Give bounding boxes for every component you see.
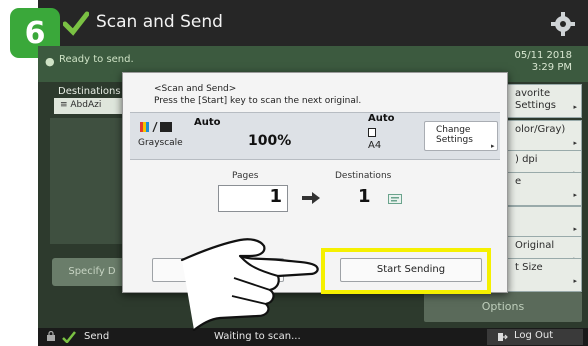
arrow-right-icon: ▸ bbox=[573, 139, 577, 147]
destinations-count-label: Destinations bbox=[335, 171, 392, 181]
change-settings-label: Change Settings bbox=[436, 125, 473, 145]
log-out-icon bbox=[498, 333, 508, 341]
destination-item-label: ≡ AbdAzi bbox=[60, 100, 102, 110]
color-auto-label: Auto bbox=[194, 117, 221, 128]
address-book-icon bbox=[388, 194, 402, 204]
waiting-status: Waiting to scan... bbox=[214, 331, 301, 342]
app-title: Scan and Send bbox=[96, 12, 223, 32]
original-size-label: t Size bbox=[515, 262, 543, 273]
lock-icon bbox=[47, 331, 55, 341]
file-type-button[interactable]: e ▸ bbox=[506, 172, 582, 206]
resolution-label: ) dpi bbox=[515, 154, 538, 165]
send-label: Send bbox=[84, 331, 110, 342]
scan-send-icon bbox=[63, 11, 89, 36]
destinations-label: Destinations bbox=[58, 86, 121, 97]
color-mode-value: Grayscale bbox=[138, 138, 183, 148]
document-icon bbox=[368, 128, 376, 137]
arrow-right-icon: ▸ bbox=[573, 277, 577, 285]
options-button[interactable]: Options bbox=[424, 292, 582, 322]
setting-button[interactable]: ▸ bbox=[506, 206, 582, 240]
send-icon bbox=[62, 331, 76, 343]
favorite-settings-label: avorite Settings bbox=[515, 88, 557, 111]
arrow-right-icon: ▸ bbox=[573, 191, 577, 199]
arrow-right-icon: ▸ bbox=[491, 142, 495, 150]
arrow-right-icon: ▸ bbox=[573, 103, 577, 111]
favorite-settings-button[interactable]: avorite Settings ▸ bbox=[506, 84, 582, 118]
paper-size-value: A4 bbox=[368, 140, 382, 151]
dialog-title: <Scan and Send> bbox=[154, 84, 237, 94]
arrow-right-icon bbox=[302, 192, 320, 204]
color-select-label: olor/Gray) bbox=[515, 124, 566, 135]
file-type-label: e bbox=[515, 176, 522, 187]
highlight-box bbox=[321, 248, 491, 294]
date: 05/11 2018 bbox=[514, 50, 572, 61]
log-out-label: Log Out bbox=[514, 330, 554, 341]
original-type-label: Original bbox=[515, 240, 555, 251]
pages-label: Pages bbox=[232, 171, 259, 181]
color-select-button[interactable]: olor/Gray) ▸ bbox=[506, 120, 582, 154]
paper-auto-label: Auto bbox=[368, 113, 395, 124]
status-text: Ready to send. bbox=[59, 54, 134, 65]
gear-icon[interactable] bbox=[550, 11, 576, 37]
ready-icon: ● bbox=[45, 55, 55, 68]
specify-destination-button[interactable]: Specify D bbox=[52, 258, 132, 286]
time: 3:29 PM bbox=[531, 62, 572, 73]
pages-value: 1 bbox=[269, 186, 282, 207]
date-time: 05/11 2018 3:29 PM bbox=[515, 50, 572, 74]
scale-value: 100% bbox=[248, 133, 292, 149]
pointing-hand-icon bbox=[180, 238, 319, 332]
dialog-instruction: Press the [Start] key to scan the next o… bbox=[154, 96, 362, 106]
arrow-right-icon: ▸ bbox=[573, 225, 577, 233]
destinations-count-value: 1 bbox=[358, 186, 371, 207]
destination-list bbox=[50, 118, 126, 244]
color-mode-icon bbox=[140, 122, 172, 132]
original-size-button[interactable]: t Size ▸ bbox=[506, 258, 582, 292]
